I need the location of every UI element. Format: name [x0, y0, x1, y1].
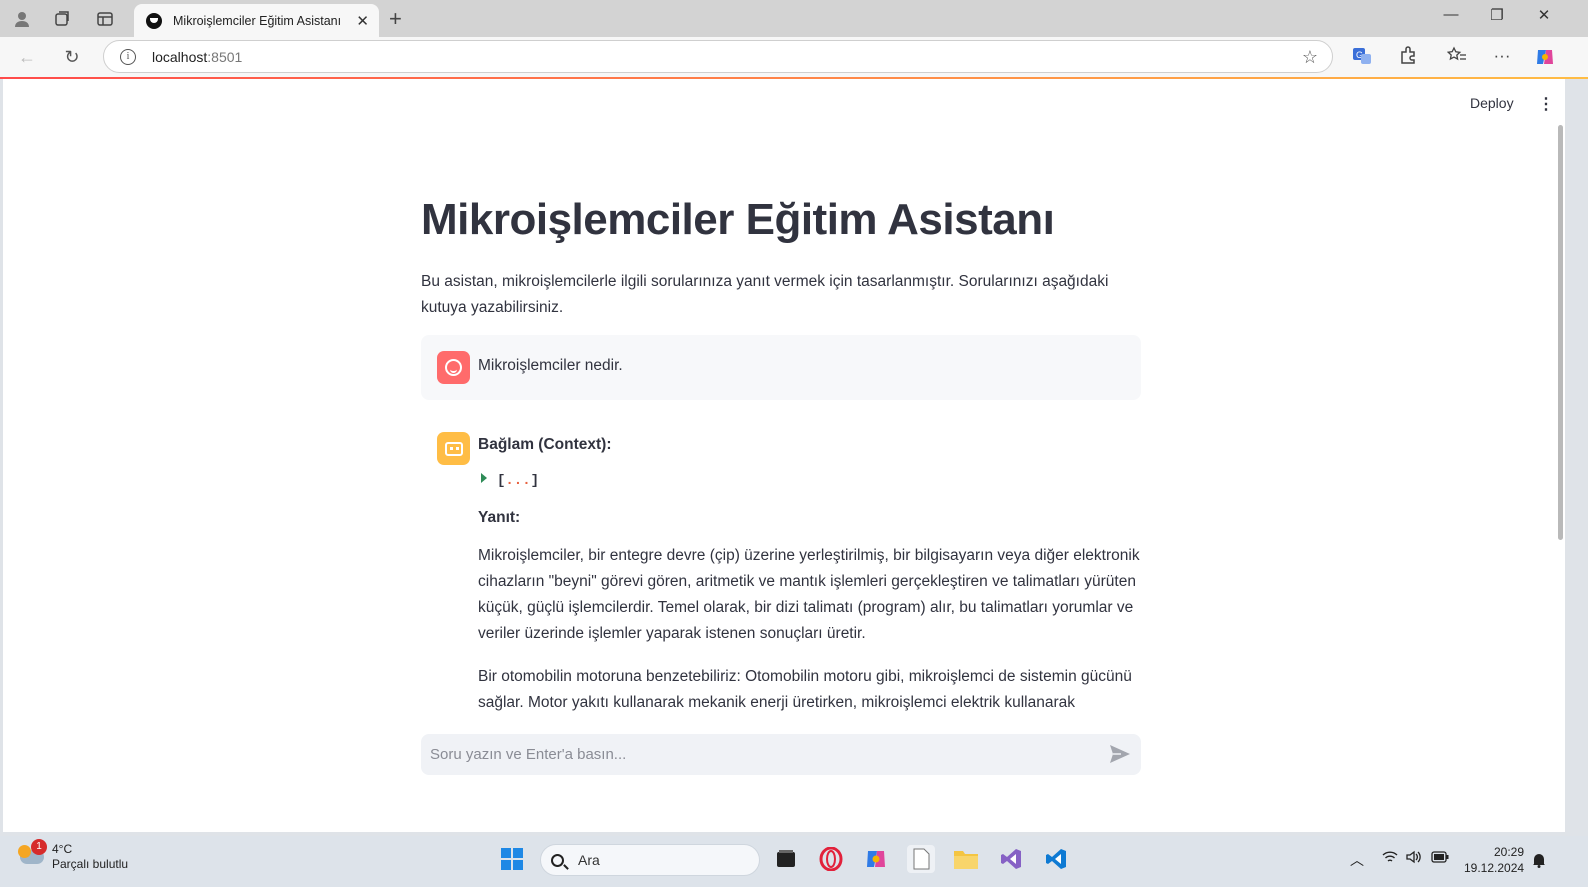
assistant-chat-message: Bağlam (Context): [...] Yanıt: Mikroişle… — [478, 436, 1143, 718]
clock-date: 19.12.2024 — [1464, 861, 1525, 875]
extensions-icon[interactable] — [1396, 46, 1420, 69]
copilot-icon[interactable] — [1533, 46, 1557, 73]
translate-icon[interactable]: G — [1350, 46, 1374, 71]
volume-icon[interactable] — [1406, 850, 1422, 867]
answer-paragraph-2: Bir otomobilin motoruna benzetebiliriz: … — [478, 668, 1132, 711]
search-icon — [551, 853, 564, 867]
tab-close-icon[interactable]: ✕ — [356, 12, 369, 30]
visual-studio-icon[interactable] — [997, 845, 1025, 873]
page-scrollbar[interactable] — [1558, 125, 1563, 540]
notepad-app-icon[interactable] — [907, 845, 935, 873]
favorite-star-icon[interactable]: ☆ — [1302, 47, 1318, 68]
context-heading: Bağlam (Context): — [478, 436, 612, 453]
context-json-collapsed: [...] — [497, 473, 539, 489]
url-bar[interactable]: i localhost:8501 ☆ — [103, 40, 1333, 73]
taskbar-search-label: Ara — [578, 852, 600, 868]
url-port: :8501 — [207, 48, 243, 65]
url-text: localhost:8501 — [152, 49, 242, 65]
weather-widget[interactable]: 1 4°C Parçalı bulutlu — [18, 839, 129, 872]
user-message-text: Mikroişlemciler nedir. — [478, 357, 623, 374]
send-icon[interactable] — [1109, 744, 1131, 764]
chat-input — [421, 734, 1141, 775]
favorites-icon[interactable] — [1445, 46, 1469, 69]
intro-text: Bu asistan, mikroişlemcilerle ilgili sor… — [421, 273, 1109, 316]
new-tab-icon[interactable]: + — [389, 6, 402, 32]
address-bar-row: ← ↻ i localhost:8501 ☆ G ··· — [0, 37, 1588, 77]
url-host: localhost — [152, 48, 208, 65]
context-dots: ... — [505, 473, 531, 489]
expand-triangle-icon[interactable] — [481, 473, 487, 483]
deploy-button[interactable]: Deploy — [1470, 95, 1514, 111]
streamlit-favicon-icon — [146, 12, 162, 29]
assistant-avatar-icon — [437, 432, 470, 465]
browser-tab-bar: Mikroişlemciler Eğitim Asistanı ✕ + — ❐ … — [0, 0, 1588, 37]
main-content: Mikroişlemciler Eğitim Asistanı Bu asist… — [421, 195, 1141, 321]
clock-time: 20:29 — [1493, 845, 1524, 859]
battery-icon[interactable] — [1431, 850, 1449, 866]
minimize-icon[interactable]: — — [1437, 6, 1465, 23]
question-input[interactable] — [430, 734, 1090, 775]
system-clock[interactable]: 20:29 19.12.2024 — [1464, 844, 1524, 876]
close-window-icon[interactable]: ✕ — [1530, 6, 1558, 24]
tab-title: Mikroişlemciler Eğitim Asistanı — [173, 13, 342, 28]
user-avatar-icon — [437, 351, 470, 384]
taskbar-search[interactable]: Ara — [540, 844, 760, 876]
reload-icon[interactable]: ↻ — [60, 46, 84, 68]
site-info-icon[interactable]: i — [120, 48, 136, 65]
context-json-expander[interactable]: [...] — [478, 473, 1143, 489]
back-icon[interactable]: ← — [15, 46, 39, 68]
profile-icon[interactable] — [9, 7, 35, 31]
more-menu-icon[interactable]: ··· — [1490, 46, 1514, 66]
show-hidden-icons-icon[interactable]: ︿ — [1350, 850, 1364, 870]
file-explorer-icon[interactable] — [952, 845, 980, 873]
opera-app-icon[interactable] — [817, 845, 845, 873]
notifications-bell-icon[interactable] — [1532, 852, 1546, 868]
answer-paragraph-1: Mikroişlemciler, bir entegre devre (çip)… — [478, 547, 1140, 642]
context-close-bracket: ] — [530, 473, 540, 489]
vscode-icon[interactable] — [1042, 845, 1070, 873]
tab-actions-icon[interactable] — [92, 7, 118, 31]
workspaces-icon[interactable] — [49, 7, 75, 31]
start-icon[interactable] — [498, 845, 526, 873]
restore-icon[interactable]: ❐ — [1483, 6, 1511, 24]
weather-temp: 4°C — [52, 842, 73, 856]
weather-desc: Parçalı bulutlu — [52, 857, 129, 871]
tab-active[interactable]: Mikroişlemciler Eğitim Asistanı ✕ — [134, 4, 379, 37]
user-chat-message: Mikroişlemciler nedir. — [421, 335, 1141, 400]
terminal-app-icon[interactable] — [772, 845, 800, 873]
weather-badge: 1 — [31, 839, 47, 855]
page-title: Mikroişlemciler Eğitim Asistanı — [421, 195, 1055, 244]
main-menu-icon[interactable]: ⋮ — [1538, 94, 1554, 114]
answer-heading: Yanıt: — [478, 509, 521, 526]
taskbar: 1 4°C Parçalı bulutlu Ara ︿ 20:29 19.12.… — [0, 836, 1588, 887]
copilot-app-icon[interactable] — [862, 845, 890, 873]
wifi-icon[interactable] — [1382, 850, 1398, 867]
